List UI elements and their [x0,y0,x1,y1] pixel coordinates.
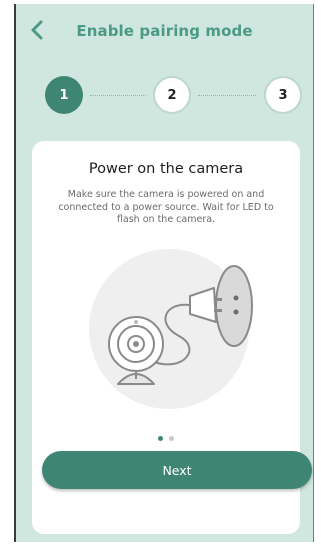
step-connector-1 [90,95,146,96]
carousel-dot-2[interactable] [169,436,174,441]
step-connector-2 [198,95,256,96]
step-1: 1 [45,76,83,114]
camera-plugged-into-wall-outlet-illustration [89,249,253,409]
carousel-indicator [32,426,300,441]
card-title: Power on the camera [88,161,244,177]
app-screen: Enable pairing mode 1 2 3 Power on the c… [14,4,314,542]
step-2: 2 [153,76,191,114]
carousel-dot-1[interactable] [158,436,163,441]
header: Enable pairing mode [16,4,313,56]
progress-stepper: 1 2 3 [16,76,313,116]
card-description: Make sure the camera is powered on and c… [58,189,274,225]
step-3: 3 [264,76,302,114]
page-title: Enable pairing mode [76,22,253,40]
next-button[interactable]: Next [42,451,312,489]
